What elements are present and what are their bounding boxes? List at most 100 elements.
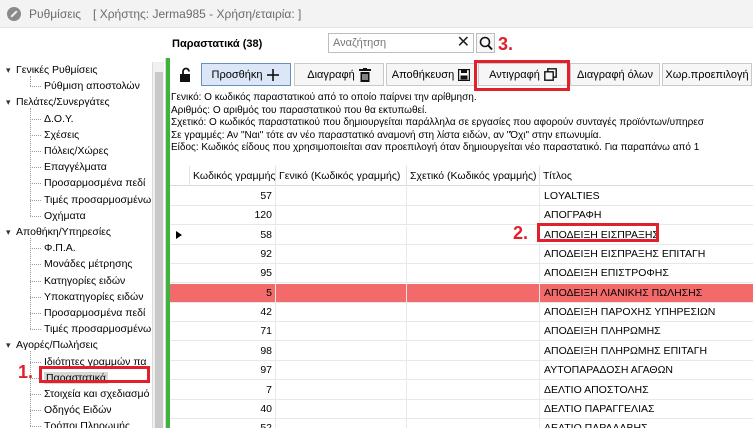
lock-button[interactable] <box>174 63 198 86</box>
table-row[interactable]: 5 ΑΠΟΔΕΙΞΗ ΛΙΑΝΙΚΗΣ ΠΩΛΗΣΗΣ <box>170 283 753 303</box>
table-row[interactable]: 120 ΑΠΟΓΡΑΦΗ <box>170 206 753 226</box>
cell-general[interactable] <box>276 264 407 283</box>
cell-title[interactable]: ΑΠΟΔΕΙΞΗ ΕΙΣΠΡΑΞΗΣ ΕΠΙΤΑΓΗ <box>540 245 753 264</box>
clear-search-icon[interactable]: ✕ <box>457 35 470 51</box>
column-header-general[interactable]: Γενικό (Κωδικός γραμμής) <box>276 166 407 186</box>
cell-title[interactable]: ΑΠΟΔΕΙΞΗ ΕΠΙΣΤΡΟΦΗΣ <box>540 264 753 283</box>
cell-title[interactable]: ΑΥΤΟΠΑΡΑΔΟΣΗ ΑΓΑΘΩΝ <box>540 361 753 380</box>
tree-item[interactable]: Επαγγέλματα <box>44 159 107 175</box>
cell-title[interactable]: ΑΠΟΔΕΙΞΗ ΠΑΡΟΧΗΣ ΥΠΗΡΕΣΙΩΝ <box>540 303 753 322</box>
table-row[interactable]: 71 ΑΠΟΔΕΙΞΗ ΠΛΗΡΩΜΗΣ <box>170 322 753 342</box>
table-row[interactable]: 95 ΑΠΟΔΕΙΞΗ ΕΠΙΣΤΡΟΦΗΣ <box>170 264 753 284</box>
cell-code[interactable]: 120 <box>190 206 276 225</box>
cell-title[interactable]: LOYALTIES <box>540 187 753 206</box>
cell-code[interactable]: 7 <box>190 381 276 400</box>
tree-item[interactable]: Μονάδες μέτρησης <box>44 256 132 272</box>
cell-code[interactable]: 57 <box>190 187 276 206</box>
tree-item[interactable]: Κατηγορίες ειδών <box>44 273 125 289</box>
cell-general[interactable] <box>276 245 407 264</box>
tree-item[interactable]: Προσαρμοσμένα πεδί <box>44 305 145 321</box>
cell-code[interactable]: 97 <box>190 361 276 380</box>
cell-title[interactable]: ΔΕΛΤΙΟ ΑΠΟΣΤΟΛΗΣ <box>540 381 753 400</box>
cell-code[interactable]: 95 <box>190 264 276 283</box>
cell-code[interactable]: 71 <box>190 322 276 341</box>
cell-general[interactable] <box>276 419 407 428</box>
table-row[interactable]: 40 ΔΕΛΤΙΟ ΠΑΡΑΓΓΕΛΙΑΣ <box>170 399 753 419</box>
table-row[interactable]: 92 ΑΠΟΔΕΙΞΗ ΕΙΣΠΡΑΞΗΣ ΕΠΙΤΑΓΗ <box>170 245 753 265</box>
cell-general[interactable] <box>276 206 407 225</box>
cell-general[interactable] <box>276 322 407 341</box>
column-header-related[interactable]: Σχετικό (Κωδικός γραμμής) <box>407 166 540 186</box>
tree-group[interactable]: ▾ Πελάτες/Συνεργάτες <box>6 94 110 110</box>
cell-related[interactable] <box>407 342 540 361</box>
cell-related[interactable] <box>407 361 540 380</box>
cell-related[interactable] <box>407 322 540 341</box>
chevron-down-icon[interactable]: ▾ <box>6 337 16 353</box>
tree-group[interactable]: ▾ Αποθήκη/Υπηρεσίες <box>6 224 111 240</box>
cell-general[interactable] <box>276 400 407 419</box>
delete-all-button[interactable]: Διαγραφή όλων <box>570 63 660 86</box>
tree-item[interactable]: Δ.Ο.Υ. <box>44 111 74 127</box>
column-header-title[interactable]: Τίτλος <box>540 166 753 186</box>
cell-related[interactable] <box>407 187 540 206</box>
chevron-down-icon[interactable]: ▾ <box>6 94 16 110</box>
tree-item[interactable]: Σχέσεις <box>44 127 79 143</box>
tree-item[interactable]: Προσαρμοσμένα πεδί <box>44 175 145 191</box>
tree-item[interactable]: Οχήματα <box>44 208 86 224</box>
cell-title[interactable]: ΑΠΟΔΕΙΞΗ ΠΛΗΡΩΜΗΣ ΕΠΙΤΑΓΗ <box>540 342 753 361</box>
tree-item[interactable]: Φ.Π.Α. <box>44 240 76 256</box>
cell-general[interactable] <box>276 284 407 303</box>
default-button[interactable]: Χωρ.προεπιλογή <box>662 63 752 86</box>
tree-item[interactable]: Ρύθμιση αποστολών <box>44 78 140 94</box>
delete-button[interactable]: Διαγραφή <box>294 63 384 86</box>
cell-general[interactable] <box>276 381 407 400</box>
cell-related[interactable] <box>407 400 540 419</box>
cell-related[interactable] <box>407 303 540 322</box>
cell-related[interactable] <box>407 245 540 264</box>
cell-general[interactable] <box>276 303 407 322</box>
cell-code[interactable]: 40 <box>190 400 276 419</box>
tree-scrollbar[interactable] <box>152 62 164 428</box>
tree-item[interactable]: Οδηγός Ειδών <box>44 402 112 418</box>
cell-related[interactable] <box>407 381 540 400</box>
tree-item[interactable]: Υποκατηγορίες ειδών <box>44 289 143 305</box>
search-button[interactable] <box>476 33 495 53</box>
cell-code[interactable]: 5 <box>190 284 276 303</box>
cell-code[interactable]: 92 <box>190 245 276 264</box>
cell-general[interactable] <box>276 361 407 380</box>
tree-scroll-thumb[interactable] <box>155 72 163 428</box>
tree-item[interactable]: Πόλεις/Χώρες <box>44 143 108 159</box>
cell-title[interactable]: ΔΕΛΤΙΟ ΠΑΡΑΛΑΒΗΣ <box>540 419 753 428</box>
table-row[interactable]: 57 LOYALTIES <box>170 187 753 206</box>
add-button[interactable]: Προσθήκη <box>201 63 291 86</box>
table-row[interactable]: 97 ΑΥΤΟΠΑΡΑΔΟΣΗ ΑΓΑΘΩΝ <box>170 361 753 381</box>
cell-related[interactable] <box>407 284 540 303</box>
table-row[interactable]: 7 ΔΕΛΤΙΟ ΑΠΟΣΤΟΛΗΣ <box>170 380 753 400</box>
tree-item[interactable]: Τιμές προσαρμοσμένω <box>44 192 151 208</box>
tree-group[interactable]: ▾ Γενικές Ρυθμίσεις <box>6 62 97 78</box>
table-row[interactable]: 58 ΑΠΟΔΕΙΞΗ ΕΙΣΠΡΑΞΗΣ <box>170 225 753 245</box>
cell-general[interactable] <box>276 187 407 206</box>
tree-item[interactable]: Τρόποι Πληρωμής <box>44 418 130 428</box>
column-header-code[interactable]: Κωδικός γραμμής <box>190 166 276 186</box>
tree-item[interactable]: Στοιχεία και σχεδιασμό <box>44 386 149 402</box>
cell-title[interactable]: ΑΠΟΔΕΙΞΗ ΠΛΗΡΩΜΗΣ <box>540 322 753 341</box>
cell-code[interactable]: 42 <box>190 303 276 322</box>
cell-code[interactable]: 58 <box>190 226 276 245</box>
table-row[interactable]: 42 ΑΠΟΔΕΙΞΗ ΠΑΡΟΧΗΣ ΥΠΗΡΕΣΙΩΝ <box>170 303 753 323</box>
table-row[interactable]: 98 ΑΠΟΔΕΙΞΗ ΠΛΗΡΩΜΗΣ ΕΠΙΤΑΓΗ <box>170 341 753 361</box>
chevron-down-icon[interactable]: ▾ <box>6 62 16 78</box>
save-button[interactable]: Αποθήκευση <box>386 63 476 86</box>
tree-item[interactable]: Τιμές προσαρμοσμένω <box>44 321 151 337</box>
cell-code[interactable]: 52 <box>190 419 276 428</box>
search-input[interactable] <box>329 34 451 52</box>
table-row[interactable]: 52 ΔΕΛΤΙΟ ΠΑΡΑΛΑΒΗΣ <box>170 419 753 428</box>
tree-group[interactable]: ▾ Αγορές/Πωλήσεις <box>6 337 98 353</box>
cell-general[interactable] <box>276 226 407 245</box>
cell-general[interactable] <box>276 342 407 361</box>
cell-code[interactable]: 98 <box>190 342 276 361</box>
cell-title[interactable]: ΑΠΟΔΕΙΞΗ ΛΙΑΝΙΚΗΣ ΠΩΛΗΣΗΣ <box>540 284 753 303</box>
chevron-down-icon[interactable]: ▾ <box>6 224 16 240</box>
cell-title[interactable]: ΔΕΛΤΙΟ ΠΑΡΑΓΓΕΛΙΑΣ <box>540 400 753 419</box>
cell-related[interactable] <box>407 419 540 428</box>
